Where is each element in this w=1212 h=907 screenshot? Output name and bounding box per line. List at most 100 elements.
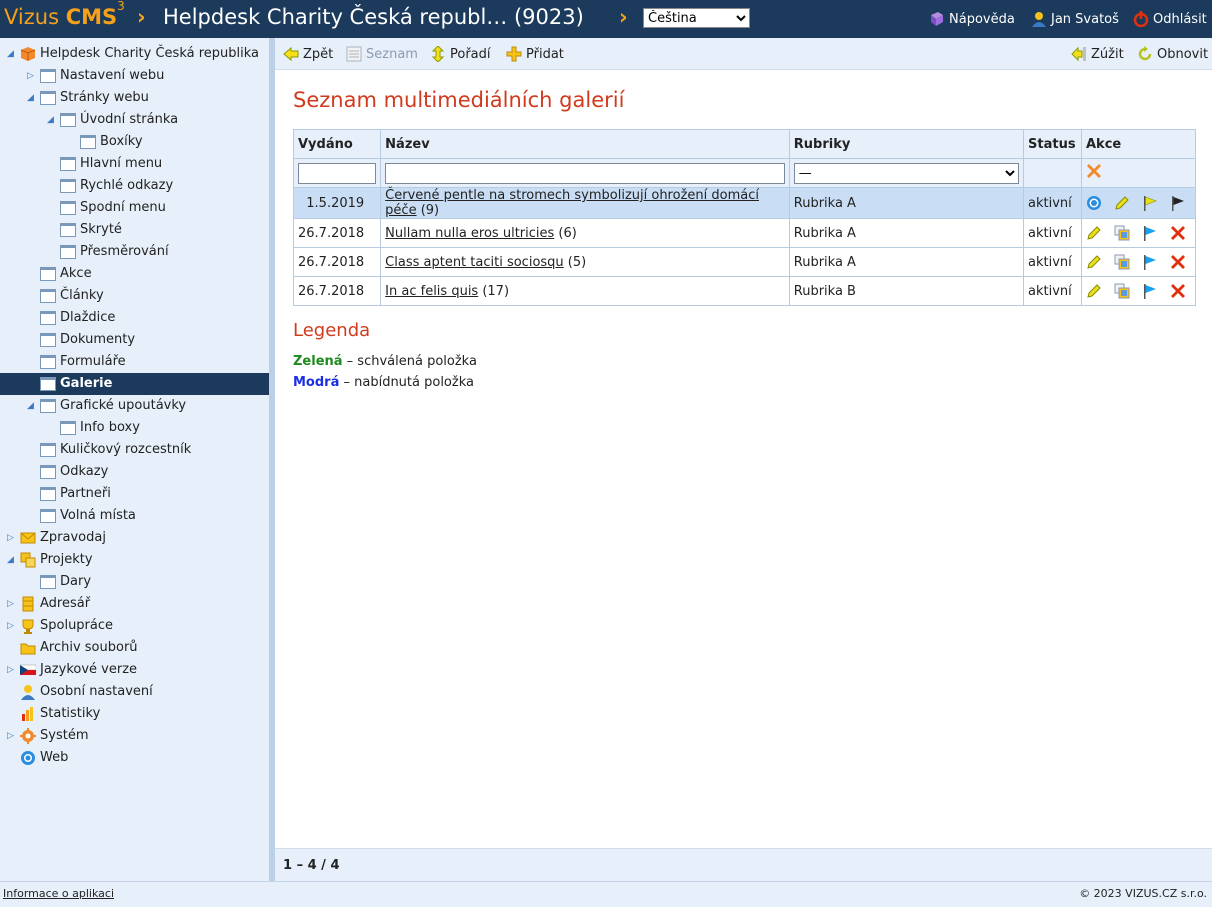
- category-filter-select[interactable]: —: [793, 162, 1020, 184]
- address-book-icon: [20, 596, 36, 612]
- name-filter-input[interactable]: [385, 162, 785, 184]
- sidebar-resize-handle[interactable]: [269, 38, 275, 881]
- column-header-name[interactable]: Název: [380, 129, 790, 159]
- collapse-triangle-icon[interactable]: ◢: [27, 94, 36, 103]
- sidebar-item-odkazy[interactable]: Odkazy: [40, 461, 108, 483]
- pencil-icon[interactable]: [1086, 225, 1102, 241]
- sidebar-item-presmerovani[interactable]: Přesměrování: [60, 241, 169, 263]
- expand-triangle-icon[interactable]: ▷: [7, 732, 16, 741]
- sidebar-item-dokumenty[interactable]: Dokumenty: [40, 329, 135, 351]
- power-icon: [1133, 11, 1149, 28]
- yellow-flag-icon[interactable]: [1142, 195, 1158, 211]
- expand-triangle-icon[interactable]: ▷: [7, 666, 16, 675]
- sidebar-item-spoluprace[interactable]: Spolupráce: [20, 615, 113, 637]
- black-flag-icon[interactable]: [1170, 195, 1186, 211]
- table-row[interactable]: 26.7.2018 Nullam nulla eros ultricies (6…: [292, 218, 1196, 248]
- sidebar-item-uvodni-stranka[interactable]: Úvodní stránka: [60, 109, 178, 131]
- pencil-icon[interactable]: [1086, 283, 1102, 299]
- actions-cell: [1081, 187, 1196, 219]
- sidebar-item-system[interactable]: Systém: [20, 725, 88, 747]
- sidebar-item-spodni-menu[interactable]: Spodní menu: [60, 197, 166, 219]
- site-title[interactable]: Helpdesk Charity Česká republ… (9023): [163, 5, 584, 29]
- gallery-link[interactable]: Class aptent taciti sociosqu: [385, 255, 563, 270]
- language-select[interactable]: Čeština: [643, 8, 750, 28]
- sidebar-item-skryte[interactable]: Skryté: [60, 219, 122, 241]
- copy-icon[interactable]: [1114, 254, 1130, 270]
- sidebar-item-statistiky[interactable]: Statistiky: [20, 703, 100, 725]
- sidebar-item-adresar[interactable]: Adresář: [20, 593, 90, 615]
- sidebar-item-projekty[interactable]: Projekty: [20, 549, 93, 571]
- updown-arrows-icon: [430, 45, 446, 63]
- back-button[interactable]: Zpět: [283, 46, 333, 62]
- table-row[interactable]: 26.7.2018 Class aptent taciti sociosqu (…: [292, 247, 1196, 277]
- blue-flag-icon[interactable]: [1142, 283, 1158, 299]
- app-info-link[interactable]: Informace o aplikaci: [3, 887, 114, 900]
- add-button[interactable]: Přidat: [506, 46, 564, 62]
- pencil-icon[interactable]: [1114, 195, 1130, 211]
- clear-filter-icon[interactable]: [1086, 163, 1102, 179]
- sidebar-item-stranky-webu[interactable]: Stránky webu: [40, 87, 149, 109]
- delete-icon[interactable]: [1170, 283, 1186, 299]
- sidebar-item-galerie[interactable]: Galerie: [0, 373, 269, 395]
- user-link[interactable]: Jan Svatoš: [1031, 11, 1119, 27]
- date-cell: 26.7.2018: [292, 276, 382, 306]
- gallery-link[interactable]: Nullam nulla eros ultricies: [385, 226, 554, 241]
- table-row[interactable]: 1.5.2019 Červené pentle na stromech symb…: [292, 187, 1196, 219]
- sidebar-item-volna-mista[interactable]: Volná místa: [40, 505, 136, 527]
- pencil-icon[interactable]: [1086, 254, 1102, 270]
- sidebar-item-info-boxy[interactable]: Info boxy: [60, 417, 140, 439]
- expand-triangle-icon[interactable]: ▷: [7, 622, 16, 631]
- sidebar-item-rychle-odkazy[interactable]: Rychlé odkazy: [60, 175, 173, 197]
- narrow-button[interactable]: Zúžit: [1071, 46, 1124, 62]
- collapse-triangle-icon[interactable]: ◢: [7, 556, 16, 565]
- page-icon: [40, 333, 56, 347]
- collapse-triangle-icon[interactable]: ◢: [47, 116, 56, 125]
- gallery-link[interactable]: Červené pentle na stromech symbolizují o…: [385, 188, 759, 218]
- narrow-icon: [1071, 46, 1087, 62]
- table-row[interactable]: 26.7.2018 In ac felis quis (17) Rubrika …: [292, 276, 1196, 306]
- list-button[interactable]: Seznam: [346, 46, 418, 62]
- sidebar-item-zpravodaj[interactable]: Zpravodaj: [20, 527, 106, 549]
- sidebar-item-dary[interactable]: Dary: [40, 571, 91, 593]
- blue-flag-icon[interactable]: [1142, 254, 1158, 270]
- copy-icon[interactable]: [1114, 283, 1130, 299]
- expand-triangle-icon[interactable]: ▷: [27, 72, 36, 81]
- sidebar-item-clanky[interactable]: Články: [40, 285, 104, 307]
- page-icon: [40, 377, 56, 391]
- order-button[interactable]: Pořadí: [430, 45, 491, 63]
- date-cell: 26.7.2018: [292, 247, 382, 277]
- copy-icon[interactable]: [1114, 225, 1130, 241]
- sidebar-item-nastaveni-webu[interactable]: Nastavení webu: [40, 65, 164, 87]
- refresh-button[interactable]: Obnovit: [1137, 46, 1208, 62]
- sidebar-item-archiv-souboru[interactable]: Archiv souborů: [20, 637, 138, 659]
- date-filter-input[interactable]: [298, 162, 377, 184]
- column-header-status[interactable]: Status: [1023, 129, 1082, 159]
- sidebar-item-boxiky[interactable]: Boxíky: [80, 131, 143, 153]
- sidebar-item-root[interactable]: Helpdesk Charity Česká republika: [20, 43, 259, 65]
- expand-triangle-icon[interactable]: ▷: [7, 600, 16, 609]
- sidebar-item-jazykove-verze[interactable]: Jazykové verze: [19, 659, 137, 681]
- collapse-triangle-icon[interactable]: ◢: [7, 50, 16, 59]
- sidebar-item-partneri[interactable]: Partneři: [40, 483, 111, 505]
- blue-flag-icon[interactable]: [1142, 225, 1158, 241]
- sidebar-item-osobni-nastaveni[interactable]: Osobní nastavení: [20, 681, 153, 703]
- sidebar-item-formulare[interactable]: Formuláře: [40, 351, 126, 373]
- delete-icon[interactable]: [1170, 254, 1186, 270]
- logout-link[interactable]: Odhlásit: [1133, 11, 1207, 28]
- sidebar-item-hlavni-menu[interactable]: Hlavní menu: [60, 153, 162, 175]
- gallery-link[interactable]: In ac felis quis: [385, 284, 478, 299]
- app-logo[interactable]: Vizus CMS3: [4, 0, 125, 29]
- sidebar-item-kulickovy-rozcestnik[interactable]: Kuličkový rozcestník: [40, 439, 191, 461]
- delete-icon[interactable]: [1170, 225, 1186, 241]
- sidebar-item-web[interactable]: Web: [20, 747, 68, 769]
- web-icon[interactable]: [1086, 195, 1102, 211]
- column-header-date[interactable]: Vydáno: [292, 129, 382, 159]
- sidebar-item-dlazdice[interactable]: Dlaždice: [40, 307, 115, 329]
- collapse-triangle-icon[interactable]: ◢: [27, 402, 36, 411]
- column-header-category[interactable]: Rubriky: [788, 129, 1025, 159]
- sidebar-item-graficke-upoutavky[interactable]: Grafické upoutávky: [40, 395, 186, 417]
- help-link[interactable]: Nápověda: [929, 11, 1015, 27]
- page-title: Seznam multimediálních galerií: [293, 88, 625, 112]
- sidebar-item-akce[interactable]: Akce: [40, 263, 92, 285]
- expand-triangle-icon[interactable]: ▷: [7, 534, 16, 543]
